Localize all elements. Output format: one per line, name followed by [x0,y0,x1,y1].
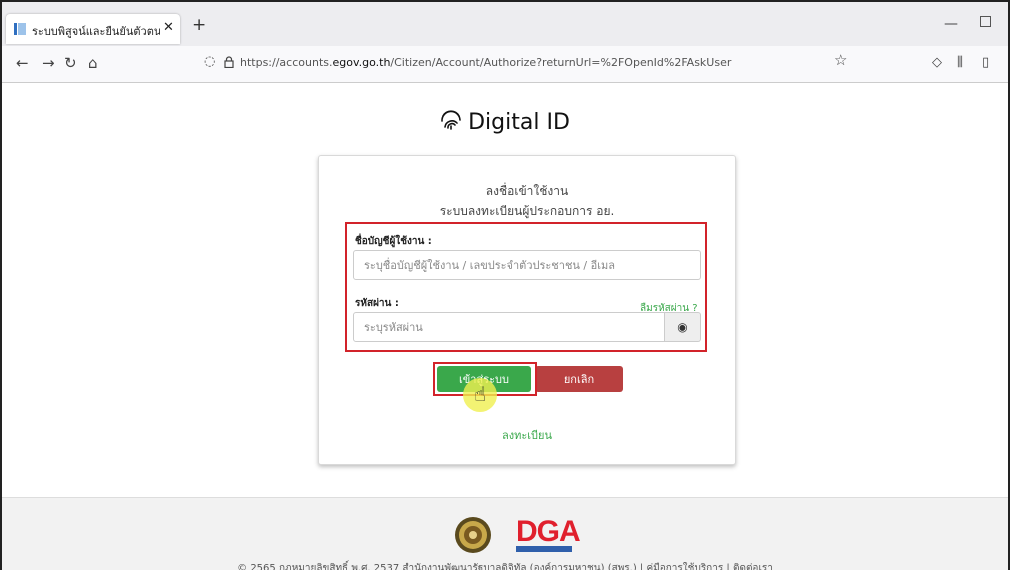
copyright-text: © 2565 กฎหมายลิขสิทธิ์ พ.ศ. 2537 สำนักงา… [237,563,773,570]
pocket-icon[interactable]: ◇ [932,55,942,70]
hand-cursor-icon: ☝ [474,382,487,406]
browser-window: ระบบพิสูจน์และยืนยันตัวตนทางดิจิ ✕ + — ←… [0,0,1010,570]
minimize-icon[interactable]: — [944,16,958,32]
navigation-bar: ← → ↻ ⌂ ◌ https://accounts.egov.go.th/Ci… [2,46,1008,83]
home-icon[interactable]: ⌂ [88,54,98,72]
government-seal-icon [455,517,491,553]
close-tab-icon[interactable]: ✕ [163,20,174,35]
page-favicon-icon [14,23,26,35]
page-content: Digital ID ลงชื่อเข้าใช้งาน ระบบลงทะเบีย… [2,83,1008,497]
sidebar-icon[interactable]: ▯ [982,55,989,70]
cancel-button[interactable]: ยกเลิก [535,366,623,392]
show-password-button[interactable]: ◉ [665,312,701,342]
new-tab-icon[interactable]: + [192,15,206,35]
tab-title: ระบบพิสูจน์และยืนยันตัวตนทางดิจิ [32,25,160,38]
dga-logo: DGA [516,515,581,548]
fingerprint-icon [441,110,461,130]
password-label: รหัสผ่าน : [355,298,399,309]
digital-id-logo: Digital ID [2,107,1008,135]
bookmark-star-icon[interactable]: ☆ [834,51,847,69]
logo-text: Digital ID [468,110,570,135]
shield-icon: ◌ [204,54,216,69]
eye-icon: ◉ [677,320,688,334]
restore-icon[interactable] [980,16,991,27]
library-icon[interactable]: ⫼ [957,55,963,70]
reload-icon[interactable]: ↻ [64,54,77,72]
address-bar[interactable]: ◌ https://accounts.egov.go.th/Citizen/Ac… [198,51,847,75]
url-text: https://accounts.egov.go.th/Citizen/Acco… [240,56,732,69]
password-input[interactable] [353,312,665,342]
card-title: ลงชื่อเข้าใช้งาน [485,184,569,198]
login-card: ลงชื่อเข้าใช้งาน ระบบลงทะเบียนผู้ประกอบก… [318,155,736,465]
forward-icon[interactable]: → [42,54,55,72]
dga-logo-bar [516,546,572,552]
card-subtitle: ระบบลงทะเบียนผู้ประกอบการ อย. [439,204,615,218]
browser-tab[interactable]: ระบบพิสูจน์และยืนยันตัวตนทางดิจิ ✕ [6,14,180,44]
lock-icon [224,56,234,68]
back-icon[interactable]: ← [16,54,29,72]
page-footer: DGA © 2565 กฎหมายลิขสิทธิ์ พ.ศ. 2537 สำน… [2,497,1008,570]
username-label: ชื่อบัญชีผู้ใช้งาน : [355,236,432,247]
tab-bar: ระบบพิสูจน์และยืนยันตัวตนทางดิจิ ✕ + — [2,2,1008,46]
username-input[interactable] [353,250,701,280]
register-link[interactable]: ลงทะเบียน [319,426,735,444]
